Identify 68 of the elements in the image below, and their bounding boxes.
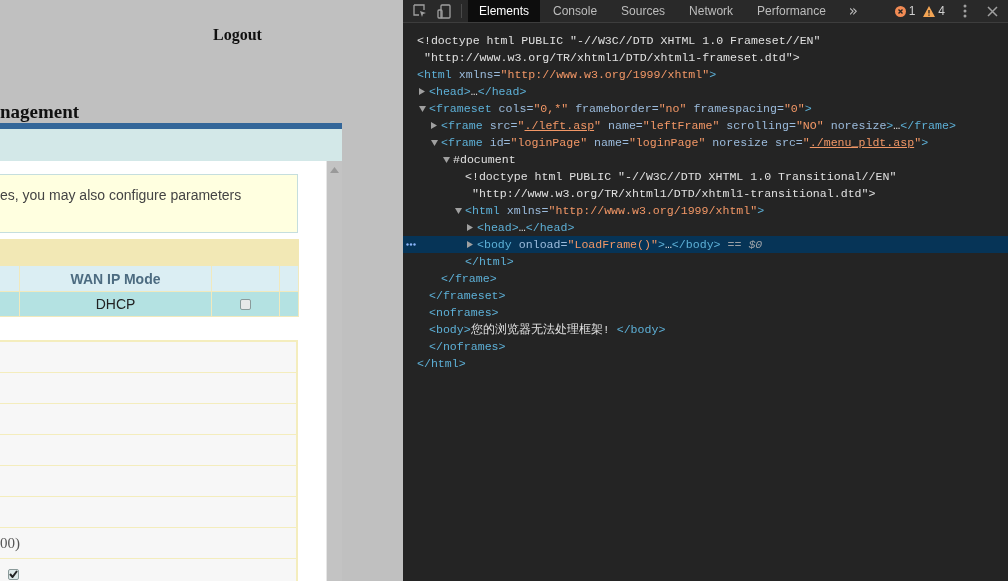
- code-line: </frameset>: [429, 288, 506, 304]
- expand-arrow-icon[interactable]: [443, 156, 450, 163]
- code-line: </frame>: [441, 271, 497, 287]
- warning-count: 4: [938, 4, 945, 18]
- tree-row[interactable]: "http://www.w3.org/TR/xhtml1/DTD/xhtml1-transitional.dtd">: [403, 185, 1008, 202]
- tree-row[interactable]: <body>您的浏览器无法处理框架! </body>: [403, 321, 1008, 338]
- checkbox[interactable]: [8, 568, 19, 580]
- code-line: #document: [453, 152, 516, 168]
- code-line: <body onload="LoadFrame()">…</body> == $0: [477, 237, 763, 253]
- warning-icon: [923, 5, 936, 17]
- inspect-icon[interactable]: [413, 4, 427, 18]
- code-line: <head>…</head>: [429, 84, 527, 100]
- column-header: WAN IP Mode: [70, 270, 161, 287]
- code-line: </noframes>: [429, 339, 506, 355]
- collapse-arrow-icon[interactable]: [419, 88, 425, 95]
- table-cell: DHCP: [95, 296, 136, 312]
- error-icon: [894, 5, 906, 17]
- devtools-tab[interactable]: Sources: [610, 0, 677, 22]
- tree-row[interactable]: <head>…</head>: [403, 83, 1008, 100]
- tree-row[interactable]: <head>…</head>: [403, 219, 1008, 236]
- checkbox[interactable]: [240, 298, 251, 310]
- code-line: <frame src="./left.asp" name="leftFrame" scrolling="NO" noresize>…</frame>: [441, 118, 956, 134]
- field-label: 00): [0, 534, 20, 552]
- more-icon[interactable]: [406, 243, 416, 246]
- code-line: <html xmlns="http://www.w3.org/1999/xhtml">: [465, 203, 765, 219]
- scrollbar[interactable]: [326, 161, 342, 581]
- tree-row[interactable]: </noframes>: [403, 338, 1008, 355]
- code-line: <!doctype html PUBLIC "-//W3C//DTD XHTML 1.0 Frameset//EN": [417, 33, 821, 49]
- device-icon[interactable]: [437, 3, 451, 19]
- logout-link[interactable]: Logout: [213, 26, 262, 44]
- collapse-arrow-icon[interactable]: [467, 241, 473, 248]
- collapse-arrow-icon[interactable]: [431, 122, 437, 129]
- devtools-tab[interactable]: Network: [678, 0, 745, 22]
- tree-row[interactable]: <html xmlns="http://www.w3.org/1999/xhtml">: [403, 202, 1008, 219]
- tree-row[interactable]: <frame src="./left.asp" name="leftFrame" scrolling="NO" noresize>…</frame>: [403, 117, 1008, 134]
- kebab-menu-icon[interactable]: [963, 4, 967, 18]
- close-icon[interactable]: [987, 5, 998, 17]
- page-heading: nagement: [0, 101, 81, 123]
- tree-row[interactable]: "http://www.w3.org/TR/xhtml1/DTD/xhtml1-frameset.dtd">: [403, 49, 1008, 66]
- expand-arrow-icon[interactable]: [431, 139, 438, 146]
- code-line: </html>: [465, 254, 514, 270]
- info-note: es, you may also configure parameters: [0, 174, 298, 233]
- tree-row[interactable]: #document: [403, 151, 1008, 168]
- code-line: "http://www.w3.org/TR/xhtml1/DTD/xhtml1-transitional.dtd">: [470, 186, 876, 202]
- devtools-tab[interactable]: Elements: [468, 0, 541, 22]
- expand-arrow-icon[interactable]: [419, 105, 426, 112]
- tree-row[interactable]: <noframes>: [403, 304, 1008, 321]
- code-line: <head>…</head>: [477, 220, 575, 236]
- code-line: <!doctype html PUBLIC "-//W3C//DTD XHTML 1.0 Transitional//EN": [465, 169, 897, 185]
- tree-row[interactable]: <frame id="loginPage" name="loginPage" noresize src="./menu_pldt.asp">: [403, 134, 1008, 151]
- collapse-arrow-icon[interactable]: [467, 224, 473, 231]
- code-line: "http://www.w3.org/TR/xhtml1/DTD/xhtml1-frameset.dtd">: [422, 50, 800, 66]
- code-line: <frameset cols="0,*" frameborder="no" framespacing="0">: [429, 101, 812, 117]
- code-line: </html>: [417, 356, 466, 372]
- code-line: <html xmlns="http://www.w3.org/1999/xhtml">: [417, 67, 717, 83]
- error-count: 1: [908, 4, 916, 18]
- expand-arrow-icon[interactable]: [455, 207, 462, 214]
- devtools-tab[interactable]: Performance: [746, 0, 837, 22]
- code-line: <body>您的浏览器无法处理框架! </body>: [429, 322, 666, 338]
- tree-row[interactable]: <frameset cols="0,*" frameborder="no" framespacing="0">: [403, 100, 1008, 117]
- code-line: <noframes>: [429, 305, 499, 321]
- devtools-tab[interactable]: Console: [542, 0, 609, 22]
- tree-row[interactable]: <html xmlns="http://www.w3.org/1999/xhtml">: [403, 66, 1008, 83]
- code-line: <frame id="loginPage" name="loginPage" noresize src="./menu_pldt.asp">: [441, 135, 929, 151]
- more-tabs-button[interactable]: »: [842, 2, 864, 20]
- tree-row[interactable]: <!doctype html PUBLIC "-//W3C//DTD XHTML 1.0 Transitional//EN": [403, 168, 1008, 185]
- tree-row[interactable]: <body onload="LoadFrame()">…</body> == $0: [403, 236, 1008, 253]
- tree-row[interactable]: <!doctype html PUBLIC "-//W3C//DTD XHTML 1.0 Frameset//EN": [403, 32, 1008, 49]
